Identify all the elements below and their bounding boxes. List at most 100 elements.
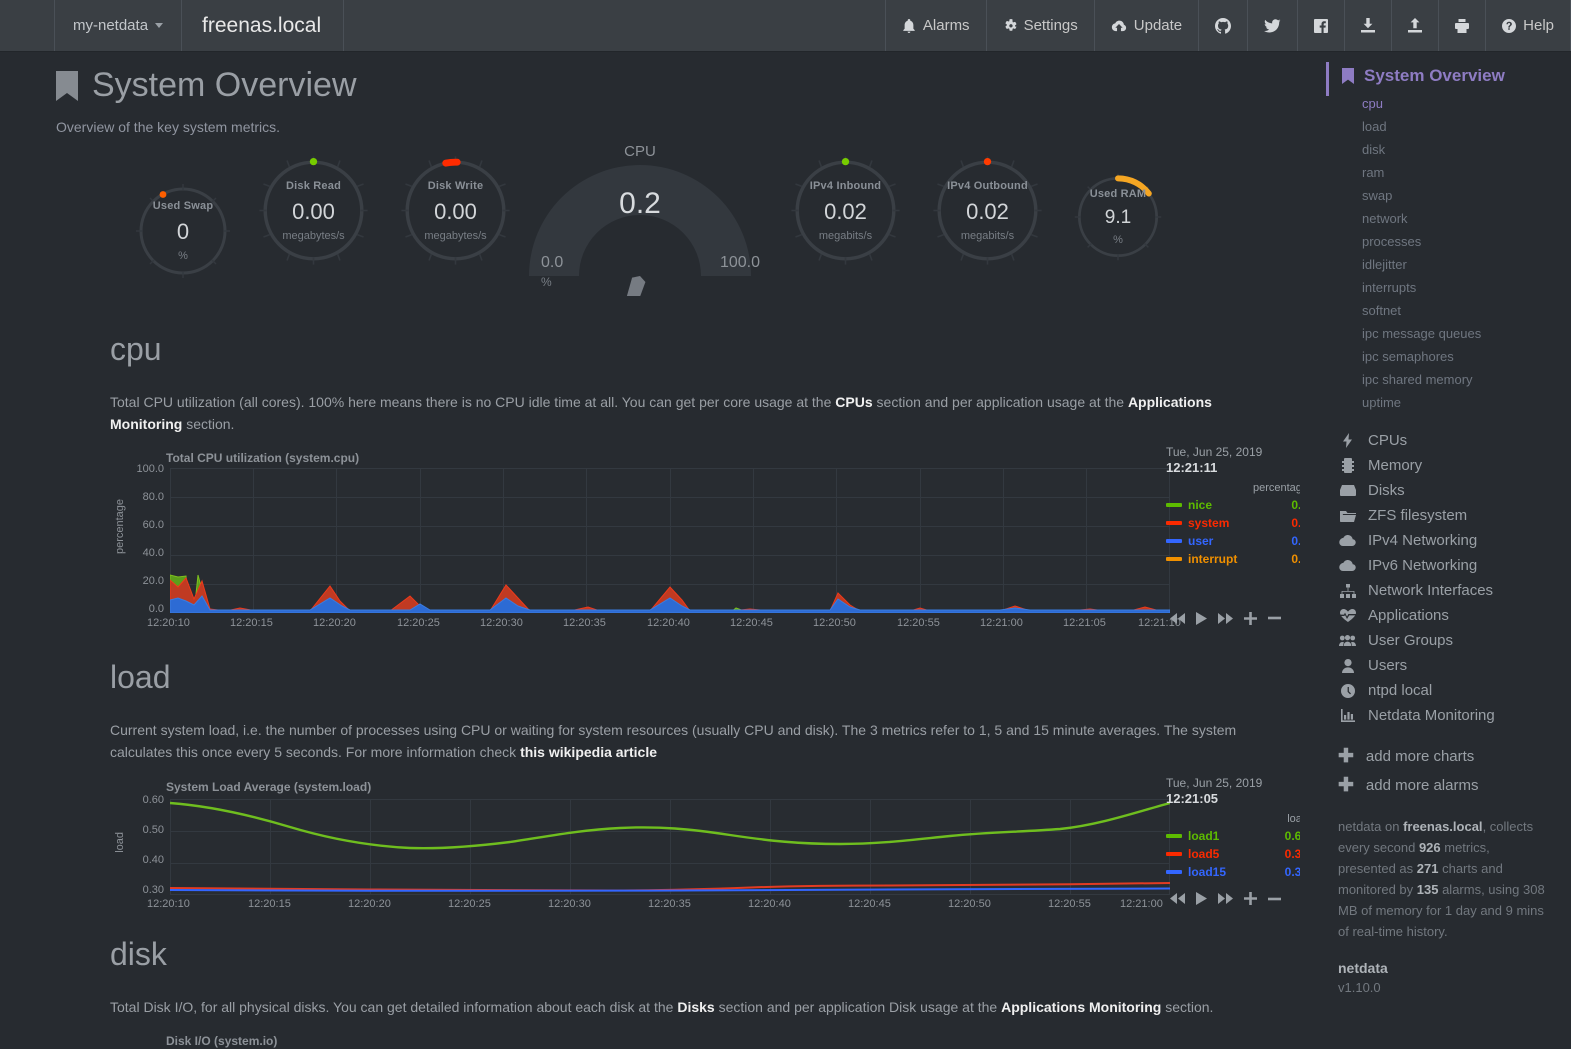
gauge-used-ram[interactable]: Used RAM 9.1 % (1072, 171, 1164, 263)
sidebar-section-label: IPv6 Networking (1368, 557, 1478, 574)
sidebar-item-ipc-shared-memory[interactable]: ipc shared memory (1300, 368, 1571, 391)
sidebar-item-network-interfaces[interactable]: Network Interfaces (1300, 578, 1571, 603)
chart-load-xtick: 12:20:15 (248, 897, 291, 910)
sidebar-item-netdata-monitoring[interactable]: Netdata Monitoring (1300, 703, 1571, 728)
nav-update-button[interactable]: Update (1095, 0, 1200, 51)
chart-cpu-ytick: 100.0 (136, 463, 164, 476)
nav-github-link[interactable] (1199, 0, 1249, 51)
play-icon[interactable] (1196, 892, 1207, 906)
sidebar-item-system-overview[interactable]: System Overview (1300, 62, 1571, 96)
legend-row-nice[interactable]: nice 0.0 (1166, 498, 1308, 512)
sidebar-item-ipv4-networking[interactable]: IPv4 Networking (1300, 528, 1571, 553)
chart-cpu-toolbar (1170, 611, 1321, 626)
chart-cpu-xtick: 12:20:10 (147, 617, 190, 630)
sidebar-item-memory[interactable]: Memory (1300, 453, 1571, 478)
nav-settings-label: Settings (1023, 17, 1078, 34)
gauge-disk-write[interactable]: Disk Write 0.00 megabytes/s (398, 153, 513, 268)
sidebar-item-load[interactable]: load (1300, 115, 1571, 138)
cpu-gauge-min: 0.0 (541, 254, 564, 271)
legend-row-interrupt[interactable]: interrupt 0.2 (1166, 552, 1308, 566)
legend-row-load15[interactable]: load15 0.32 (1166, 865, 1308, 879)
fast-forward-icon[interactable] (1218, 893, 1233, 905)
sidebar-item-disk[interactable]: disk (1300, 138, 1571, 161)
legend-row-load1[interactable]: load1 0.62 (1166, 829, 1308, 843)
sidebar-item-ipv6-networking[interactable]: IPv6 Networking (1300, 553, 1571, 578)
legend-row-system[interactable]: system 0.0 (1166, 516, 1308, 530)
page-title: System Overview (56, 66, 1300, 105)
nav-import-button[interactable] (1345, 0, 1393, 51)
sidebar-divider (1300, 414, 1571, 428)
sidebar-item-ntpd-local[interactable]: ntpd local (1300, 678, 1571, 703)
section-load: load Current system load, i.e. the numbe… (0, 659, 1321, 910)
rewind-icon[interactable] (1170, 612, 1185, 624)
play-icon[interactable] (1196, 611, 1207, 625)
fast-forward-icon[interactable] (1218, 612, 1233, 624)
plus-icon[interactable] (1244, 611, 1257, 625)
sidebar-item-network[interactable]: network (1300, 207, 1571, 230)
gauge-ipv4-inbound[interactable]: IPv4 Inbound 0.02 megabits/s (788, 153, 903, 268)
gauge-value: 9.1 (1104, 207, 1132, 228)
section-disk: disk Total Disk I/O, for all physical di… (0, 936, 1300, 1049)
legend-row-user[interactable]: user 0.0 (1166, 534, 1308, 548)
chart-title-disk: Disk I/O (system.io) (166, 1034, 278, 1049)
minus-icon[interactable] (1268, 897, 1281, 901)
sidebar-item-ipc-semaphores[interactable]: ipc semaphores (1300, 345, 1571, 368)
chart-cpu-xtick: 12:20:15 (230, 617, 273, 630)
nav-twitter-link[interactable] (1248, 0, 1299, 51)
legend-swatch (1166, 521, 1182, 526)
sidebar-add-more-alarms[interactable]: ✚ add more alarms (1300, 771, 1571, 800)
nav-print-button[interactable] (1439, 0, 1487, 51)
nav-alarms-button[interactable]: Alarms (884, 0, 987, 51)
sidebar-item-users[interactable]: Users (1300, 653, 1571, 678)
gauge-units: megabits/s (960, 229, 1015, 242)
sidebar-item-softnet[interactable]: softnet (1300, 299, 1571, 322)
chart-cpu[interactable]: Total CPU utilization (system.cpu) perce… (110, 445, 1321, 630)
facebook-icon (1314, 18, 1329, 33)
sidebar-item-processes[interactable]: processes (1300, 230, 1571, 253)
sidebar-item-swap[interactable]: swap (1300, 184, 1571, 207)
sidebar-item-applications[interactable]: Applications (1300, 603, 1571, 628)
chart-load-plot[interactable] (170, 798, 1170, 895)
sidebar-item-uptime[interactable]: uptime (1300, 391, 1571, 414)
my-netdata-menu[interactable]: my-netdata (55, 0, 183, 51)
chart-load-xtick: 12:21:00 (1120, 897, 1163, 910)
sidebar-item-idlejitter[interactable]: idlejitter (1300, 253, 1571, 276)
sidebar-item-cpus[interactable]: CPUs (1300, 428, 1571, 453)
sidebar-item-interrupts[interactable]: interrupts (1300, 276, 1571, 299)
sidebar-item-zfs-filesystem[interactable]: ZFS filesystem (1300, 503, 1571, 528)
chart-load-xtick: 12:20:50 (948, 897, 991, 910)
legend-units: percentage (1252, 482, 1308, 495)
sidebar-section-label: IPv4 Networking (1368, 532, 1478, 549)
help-icon (1502, 18, 1517, 33)
nav-settings-button[interactable]: Settings (987, 0, 1095, 51)
sidebar-add-more-charts[interactable]: ✚ add more charts (1300, 742, 1571, 771)
minus-icon[interactable] (1268, 616, 1281, 620)
navbar-logo-slot (0, 0, 55, 51)
chart-cpu-xtick: 12:20:25 (397, 617, 440, 630)
gauge-disk-read[interactable]: Disk Read 0.00 megabytes/s (256, 153, 371, 268)
chevron-down-icon (155, 23, 164, 28)
chart-load[interactable]: System Load Average (system.load) load 0… (110, 776, 1321, 910)
gauge-used-swap[interactable]: Used Swap 0 % (133, 181, 233, 281)
legend-time: 12:21:05 (1166, 790, 1219, 806)
nav-facebook-link[interactable] (1298, 0, 1346, 51)
sidebar-info-text: netdata on freenas.local, collects every… (1338, 819, 1545, 940)
gauge-cpu[interactable]: CPU 0.2 0.0 100.0 % (515, 143, 765, 380)
sidebar-item-cpu[interactable]: cpu (1300, 92, 1571, 115)
legend-row-load5[interactable]: load5 0.35 (1166, 847, 1308, 861)
sidebar-item-user-groups[interactable]: User Groups (1300, 628, 1571, 653)
chart-disk[interactable]: Disk I/O (system.io) megabytes/s 0.49 0.… (110, 1034, 1270, 1049)
sidebar-item-ram[interactable]: ram (1300, 161, 1571, 184)
legend-swatch (1166, 869, 1182, 874)
sidebar-item-ipc-message-queues[interactable]: ipc message queues (1300, 322, 1571, 345)
sidebar-section-label: Network Interfaces (1368, 582, 1494, 599)
sidebar-item-disks[interactable]: Disks (1300, 478, 1571, 503)
page-header: System Overview Overview of the key syst… (0, 52, 1300, 135)
rewind-icon[interactable] (1170, 893, 1185, 905)
nav-export-button[interactable] (1392, 0, 1440, 51)
nav-help-button[interactable]: Help (1486, 0, 1571, 51)
gauge-ipv4-outbound[interactable]: IPv4 Outbound 0.02 megabits/s (930, 153, 1045, 268)
plus-icon[interactable] (1244, 892, 1257, 906)
chart-cpu-plot[interactable] (170, 468, 1170, 614)
section-cpu: cpu Total CPU utilization (all cores). 1… (0, 331, 1321, 630)
